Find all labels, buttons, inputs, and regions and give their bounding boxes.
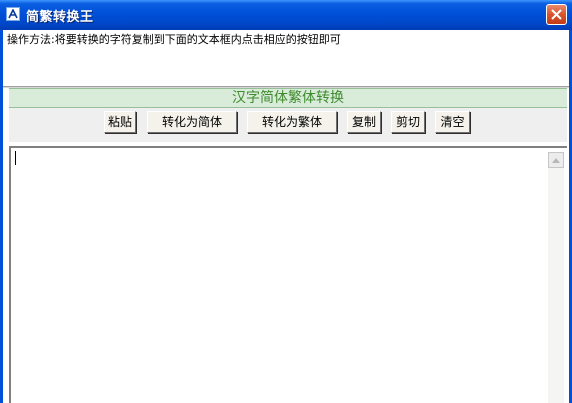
to-traditional-button[interactable]: 转化为繁体: [247, 111, 337, 133]
app-icon: [6, 7, 20, 21]
header-band: 汉字简体繁体转换: [9, 88, 567, 108]
header-title: 汉字简体繁体转换: [232, 90, 344, 106]
copy-button[interactable]: 复制: [347, 111, 381, 133]
instructions-text: 操作方法:将要转换的字符复制到下面的文本框内点击相应的按钮即可: [7, 33, 341, 46]
scroll-up-button[interactable]: [548, 152, 564, 168]
window-title: 简繁转换王: [26, 10, 94, 25]
text-caret: [15, 151, 16, 165]
close-icon: [551, 9, 562, 20]
clear-button[interactable]: 清空: [435, 111, 470, 133]
paste-button[interactable]: 粘贴: [104, 111, 136, 133]
close-button[interactable]: [546, 4, 567, 25]
text-editor[interactable]: [9, 146, 567, 403]
to-simplified-button[interactable]: 转化为简体: [147, 111, 237, 133]
vertical-scrollbar[interactable]: [548, 152, 564, 403]
scroll-up-arrow-icon: [552, 158, 560, 163]
cut-button[interactable]: 剪切: [391, 111, 425, 133]
title-bar[interactable]: 简繁转换王: [0, 0, 572, 30]
